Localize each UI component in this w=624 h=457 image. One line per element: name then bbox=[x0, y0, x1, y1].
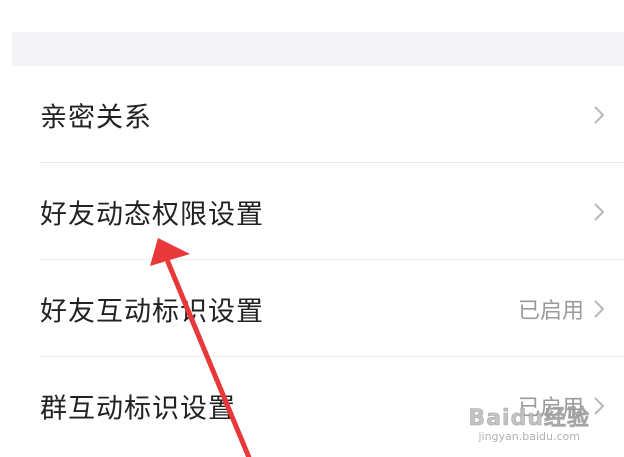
settings-item-group-interaction-badge[interactable]: 群互动标识设置 已启用 bbox=[0, 357, 624, 454]
settings-item-status: 已启用 bbox=[517, 298, 584, 324]
settings-item-right bbox=[584, 103, 610, 127]
chevron-right-icon bbox=[594, 202, 605, 221]
chevron-right-icon bbox=[594, 396, 605, 415]
settings-item-label: 亲密关系 bbox=[40, 102, 152, 133]
settings-item-intimate-relationship[interactable]: 亲密关系 bbox=[0, 66, 624, 163]
settings-item-label: 好友互动标识设置 bbox=[40, 296, 264, 327]
settings-item-label: 群互动标识设置 bbox=[40, 393, 236, 424]
settings-list: 亲密关系 好友动态权限设置 好友互动标识设置 已启用 群互动标识设置 已启用 bbox=[0, 66, 624, 454]
settings-item-friend-feed-permissions[interactable]: 好友动态权限设置 bbox=[0, 163, 624, 260]
chevron-right-icon bbox=[594, 299, 605, 318]
chevron-right-icon bbox=[594, 105, 605, 124]
settings-item-friend-interaction-badge[interactable]: 好友互动标识设置 已启用 bbox=[0, 260, 624, 357]
settings-item-label: 好友动态权限设置 bbox=[40, 199, 264, 230]
settings-item-status: 已启用 bbox=[517, 395, 584, 421]
section-separator bbox=[12, 32, 624, 66]
top-cutoff-area bbox=[0, 0, 624, 32]
settings-item-right bbox=[584, 200, 610, 224]
settings-item-right: 已启用 bbox=[518, 390, 610, 422]
settings-item-right: 已启用 bbox=[518, 293, 610, 325]
